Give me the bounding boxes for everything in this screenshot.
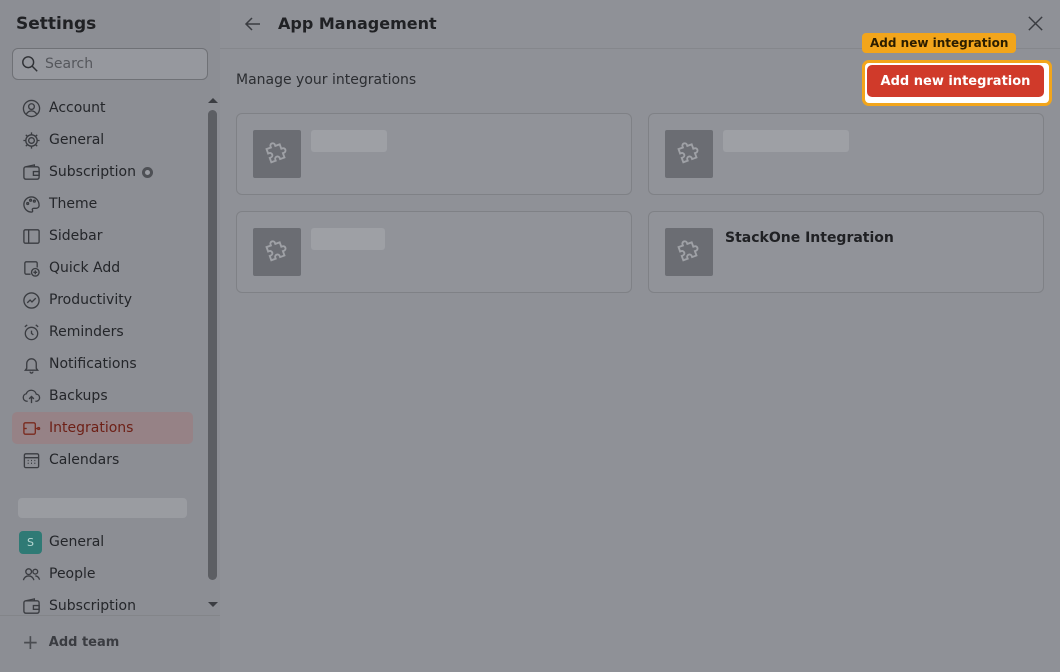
user-circle-icon xyxy=(21,98,41,118)
pro-badge-icon xyxy=(142,166,153,178)
team-name-placeholder xyxy=(18,498,187,518)
sidebar-item-label: Notifications xyxy=(49,356,137,372)
sidebar-item-label: Subscription xyxy=(49,598,136,614)
search-field[interactable] xyxy=(12,48,208,80)
onboarding-tooltip: Add new integration xyxy=(862,33,1017,53)
sidebar-item-label: General xyxy=(49,132,105,148)
integrations-icon xyxy=(21,418,41,438)
sidebar-item-theme[interactable]: Theme xyxy=(12,188,193,220)
close-icon xyxy=(1028,16,1043,31)
card-title-placeholder xyxy=(723,130,849,152)
team-avatar: S xyxy=(19,530,42,554)
productivity-icon xyxy=(21,290,41,310)
scroll-up-arrow-icon[interactable] xyxy=(208,98,218,103)
integration-card[interactable] xyxy=(236,113,632,195)
scroll-down-arrow-icon[interactable] xyxy=(208,602,218,607)
sidebar-item-notifications[interactable]: Notifications xyxy=(12,348,193,380)
sidebar-footer: + Add team xyxy=(0,615,220,672)
sidebar-title: Settings xyxy=(16,14,97,34)
add-team-button[interactable]: + Add team xyxy=(22,630,120,654)
scrollbar-thumb[interactable] xyxy=(208,110,217,580)
card-title: StackOne Integration xyxy=(725,230,894,246)
plus-icon: + xyxy=(22,630,39,654)
sidebar-item-general[interactable]: General xyxy=(12,124,193,156)
alarm-clock-icon xyxy=(21,322,41,342)
sidebar-item-label: Productivity xyxy=(49,292,132,308)
sidebar-item-label: Integrations xyxy=(49,420,134,436)
sidebar-item-label: People xyxy=(49,566,96,582)
close-button[interactable] xyxy=(1026,14,1045,33)
calendar-icon xyxy=(21,450,41,470)
sidebar-item-subscription[interactable]: Subscription xyxy=(12,156,193,188)
card-title-placeholder xyxy=(311,228,385,250)
arrow-left-icon xyxy=(244,17,260,31)
integration-card[interactable]: StackOne Integration xyxy=(648,211,1044,293)
gear-icon xyxy=(21,130,41,150)
add-team-label: Add team xyxy=(48,634,120,650)
people-icon xyxy=(21,564,41,584)
sidebar-icon xyxy=(21,226,41,246)
puzzle-icon xyxy=(665,130,713,178)
wallet-icon xyxy=(21,162,41,182)
sidebar-item-quick-add[interactable]: Quick Add xyxy=(12,252,193,284)
puzzle-icon xyxy=(253,130,301,178)
search-input[interactable] xyxy=(45,56,195,72)
team-nav: S General People Subscription xyxy=(12,526,193,622)
settings-sidebar: Settings Account General Subscription Th… xyxy=(0,0,220,672)
main-panel: App Management Manage your integrations … xyxy=(220,0,1060,672)
team-item-people[interactable]: People xyxy=(12,558,193,590)
page-subtitle: Manage your integrations xyxy=(236,72,417,88)
sidebar-item-backups[interactable]: Backups xyxy=(12,380,193,412)
sidebar-item-sidebar[interactable]: Sidebar xyxy=(12,220,193,252)
search-icon xyxy=(22,56,38,72)
sidebar-item-productivity[interactable]: Productivity xyxy=(12,284,193,316)
quick-add-icon xyxy=(21,258,41,278)
integration-card[interactable] xyxy=(236,211,632,293)
cloud-upload-icon xyxy=(21,386,41,406)
team-item-general[interactable]: S General xyxy=(12,526,193,558)
sidebar-item-label: Theme xyxy=(49,196,98,212)
sidebar-item-label: Account xyxy=(49,100,106,116)
puzzle-icon xyxy=(665,228,713,276)
sidebar-item-label: General xyxy=(49,534,105,550)
puzzle-icon xyxy=(253,228,301,276)
sidebar-item-integrations[interactable]: Integrations xyxy=(12,412,193,444)
card-title-placeholder xyxy=(311,130,387,152)
sidebar-item-label: Quick Add xyxy=(49,260,121,276)
sidebar-item-label: Sidebar xyxy=(49,228,103,244)
back-button[interactable] xyxy=(242,13,264,35)
palette-icon xyxy=(21,194,41,214)
settings-nav: Account General Subscription Theme Sideb… xyxy=(12,92,193,476)
sidebar-scrollbar[interactable] xyxy=(205,94,219,614)
add-new-integration-button[interactable]: Add new integration xyxy=(867,65,1044,97)
integration-card[interactable] xyxy=(648,113,1044,195)
sidebar-item-reminders[interactable]: Reminders xyxy=(12,316,193,348)
sidebar-item-label: Backups xyxy=(49,388,108,404)
sidebar-item-account[interactable]: Account xyxy=(12,92,193,124)
sidebar-item-label: Reminders xyxy=(49,324,124,340)
bell-icon xyxy=(21,354,41,374)
page-title: App Management xyxy=(278,14,437,33)
sidebar-item-label: Calendars xyxy=(49,452,120,468)
sidebar-item-calendars[interactable]: Calendars xyxy=(12,444,193,476)
sidebar-item-label: Subscription xyxy=(49,164,136,180)
wallet-icon xyxy=(21,596,41,616)
